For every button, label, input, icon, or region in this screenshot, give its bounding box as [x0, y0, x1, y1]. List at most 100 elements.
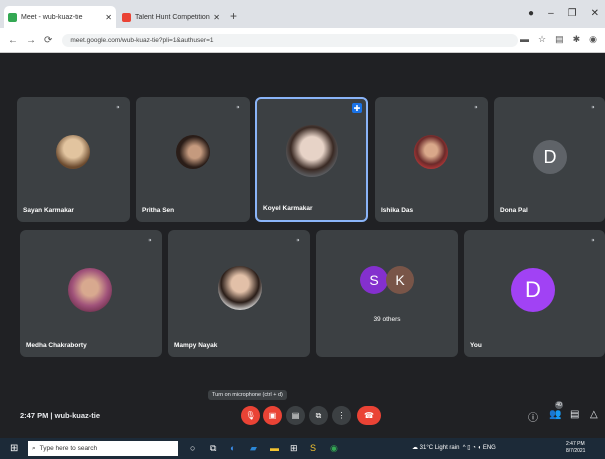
browser-chrome: Meet - wub-kuaz-tie ✕ Talent Hunt Compet…: [0, 0, 605, 53]
microphone-tooltip: Turn on microphone (ctrl + d): [208, 390, 287, 400]
pin-icon[interactable]: ✚: [352, 103, 362, 113]
more-vert-icon: ⋮: [337, 411, 346, 420]
people-icon[interactable]: 👥: [549, 409, 561, 420]
clock-time: 2:47 PM: [566, 441, 585, 447]
participant-tile[interactable]: ⁍ D Dona Pal: [494, 97, 605, 222]
forward-icon[interactable]: →: [26, 35, 36, 46]
tab-gmail[interactable]: Talent Hunt Competition 1st pri ✕: [118, 6, 224, 28]
participant-name: Medha Chakraborty: [26, 342, 87, 349]
participant-tile[interactable]: ⁍ Ishika Das: [375, 97, 488, 222]
more-options-button[interactable]: ⋮: [332, 406, 351, 425]
captions-icon: ▤: [291, 411, 300, 420]
avatar: D: [533, 140, 567, 174]
participant-tile[interactable]: ⁍ Sayan Karmakar: [17, 97, 130, 222]
meeting-time-code: 2:47 PM | wub-kuaz-tie: [20, 411, 101, 420]
reload-icon[interactable]: ⟳: [44, 35, 52, 46]
clock-date: 8/7/2021: [566, 448, 586, 454]
participant-tile[interactable]: ⁍ Mampy Nayak: [168, 230, 310, 357]
camera-button[interactable]: ▣: [263, 406, 282, 425]
task-view-icon[interactable]: ⧉: [210, 443, 216, 454]
avatar: [218, 266, 262, 310]
participant-name: Koyel Karmakar: [263, 205, 313, 212]
language-indicator: ENG: [482, 445, 496, 451]
search-icon: ⌕: [32, 444, 36, 452]
chat-icon[interactable]: ▤: [570, 409, 579, 420]
app-icon[interactable]: S: [310, 443, 316, 453]
new-tab-button[interactable]: +: [230, 9, 237, 23]
account-icon[interactable]: ●: [528, 8, 534, 19]
avatar: [414, 135, 448, 169]
reading-list-icon[interactable]: ▤: [555, 34, 564, 45]
taskbar-clock[interactable]: 2:47 PM 8/7/2021: [566, 441, 585, 455]
store-icon[interactable]: ⊞: [290, 443, 298, 454]
meeting-details-icon[interactable]: ⓘ: [528, 409, 538, 424]
participant-name: You: [470, 342, 482, 349]
mic-off-icon: ⁍: [296, 236, 300, 245]
search-placeholder: Type here to search: [39, 445, 98, 452]
avatar: [286, 125, 338, 177]
bookmark-star-icon[interactable]: ☆: [538, 34, 546, 45]
restore-icon[interactable]: ❐: [568, 8, 577, 19]
phone-hangup-icon: ☎: [364, 411, 374, 420]
system-tray: ☁ 31°C Light rain ^ ▯ ◔ ◖ ENG: [412, 444, 496, 451]
avatar: [56, 135, 90, 169]
participant-tile[interactable]: ⁍ Pritha Sen: [136, 97, 250, 222]
captions-button[interactable]: ▤: [286, 406, 305, 425]
windows-start-icon[interactable]: ⊞: [10, 443, 18, 454]
close-window-icon[interactable]: ✕: [591, 8, 599, 19]
present-button[interactable]: ⧉: [309, 406, 328, 425]
participant-tile-self[interactable]: ⁍ D You: [464, 230, 605, 357]
weather-icon: ☁: [412, 445, 418, 451]
mic-off-icon: ⁍: [116, 103, 120, 112]
edge-icon[interactable]: ◐: [230, 443, 235, 453]
participant-name: Ishika Das: [381, 207, 414, 214]
weather-text: 31°C Light rain: [419, 445, 460, 451]
others-count: 39 others: [373, 316, 401, 323]
participant-tile[interactable]: ✚ Koyel Karmakar: [255, 97, 368, 222]
mic-off-icon: ⁍: [591, 103, 595, 112]
mic-off-icon: ⁍: [591, 236, 595, 245]
participant-tile[interactable]: ⁍ Medha Chakraborty: [20, 230, 162, 357]
participant-count-badge: 40: [555, 401, 563, 409]
file-explorer-icon[interactable]: ▬: [270, 443, 279, 453]
avatar: [176, 135, 210, 169]
extensions-icon[interactable]: ✱: [573, 34, 581, 45]
url-input[interactable]: meet.google.com/wub-kuaz-tie?pli=1&authu…: [62, 33, 519, 47]
taskbar-search-input[interactable]: ⌕ Type here to search: [28, 441, 178, 456]
camera-off-icon: ▣: [268, 411, 277, 420]
avatar: S: [360, 266, 388, 294]
present-icon: ⧉: [315, 410, 322, 420]
tab-meet[interactable]: Meet - wub-kuaz-tie ✕: [4, 6, 116, 28]
avatar: D: [511, 268, 555, 312]
address-bar-icons: ▬ ☆ ▤ ✱ ◉: [520, 34, 597, 45]
minimize-icon[interactable]: –: [548, 8, 554, 19]
tray-icons: ^ ▯ ◔ ◖: [461, 445, 482, 451]
window-controls: ● – ❐ ✕: [528, 8, 599, 19]
participant-name: Dona Pal: [500, 207, 528, 214]
meet-favicon-icon: [8, 12, 17, 22]
participant-name: Sayan Karmakar: [23, 207, 74, 214]
mic-off-icon: ⁍: [474, 103, 478, 112]
participant-name: Mampy Nayak: [174, 342, 218, 349]
mic-off-icon: ⁍: [148, 236, 152, 245]
back-icon[interactable]: ←: [8, 35, 18, 46]
close-icon[interactable]: ✕: [105, 13, 112, 22]
participant-name: Pritha Sen: [142, 207, 175, 214]
avatar: K: [386, 266, 414, 294]
cortana-icon[interactable]: ○: [190, 443, 195, 453]
windows-taskbar: ⊞ ⌕ Type here to search ○ ⧉ ◐ ▰ ▬ ⊞ S ◉ …: [0, 438, 605, 459]
microphone-button[interactable]: 🎙: [241, 406, 260, 425]
tab-title: Talent Hunt Competition 1st pri: [135, 13, 210, 21]
gmail-favicon-icon: [122, 12, 131, 22]
activities-icon[interactable]: △: [590, 409, 598, 420]
camera-icon[interactable]: ▬: [520, 34, 529, 45]
leave-call-button[interactable]: ☎: [357, 406, 381, 425]
participant-tile[interactable]: S K 39 others: [316, 230, 458, 357]
avatar: [68, 268, 112, 312]
profile-icon[interactable]: ◉: [589, 34, 597, 45]
address-bar: ← → ⟳ meet.google.com/wub-kuaz-tie?pli=1…: [0, 28, 605, 53]
close-icon[interactable]: ✕: [213, 13, 220, 22]
mail-icon[interactable]: ▰: [250, 443, 257, 454]
mic-off-icon: ⁍: [236, 103, 240, 112]
chrome-icon[interactable]: ◉: [330, 443, 338, 454]
